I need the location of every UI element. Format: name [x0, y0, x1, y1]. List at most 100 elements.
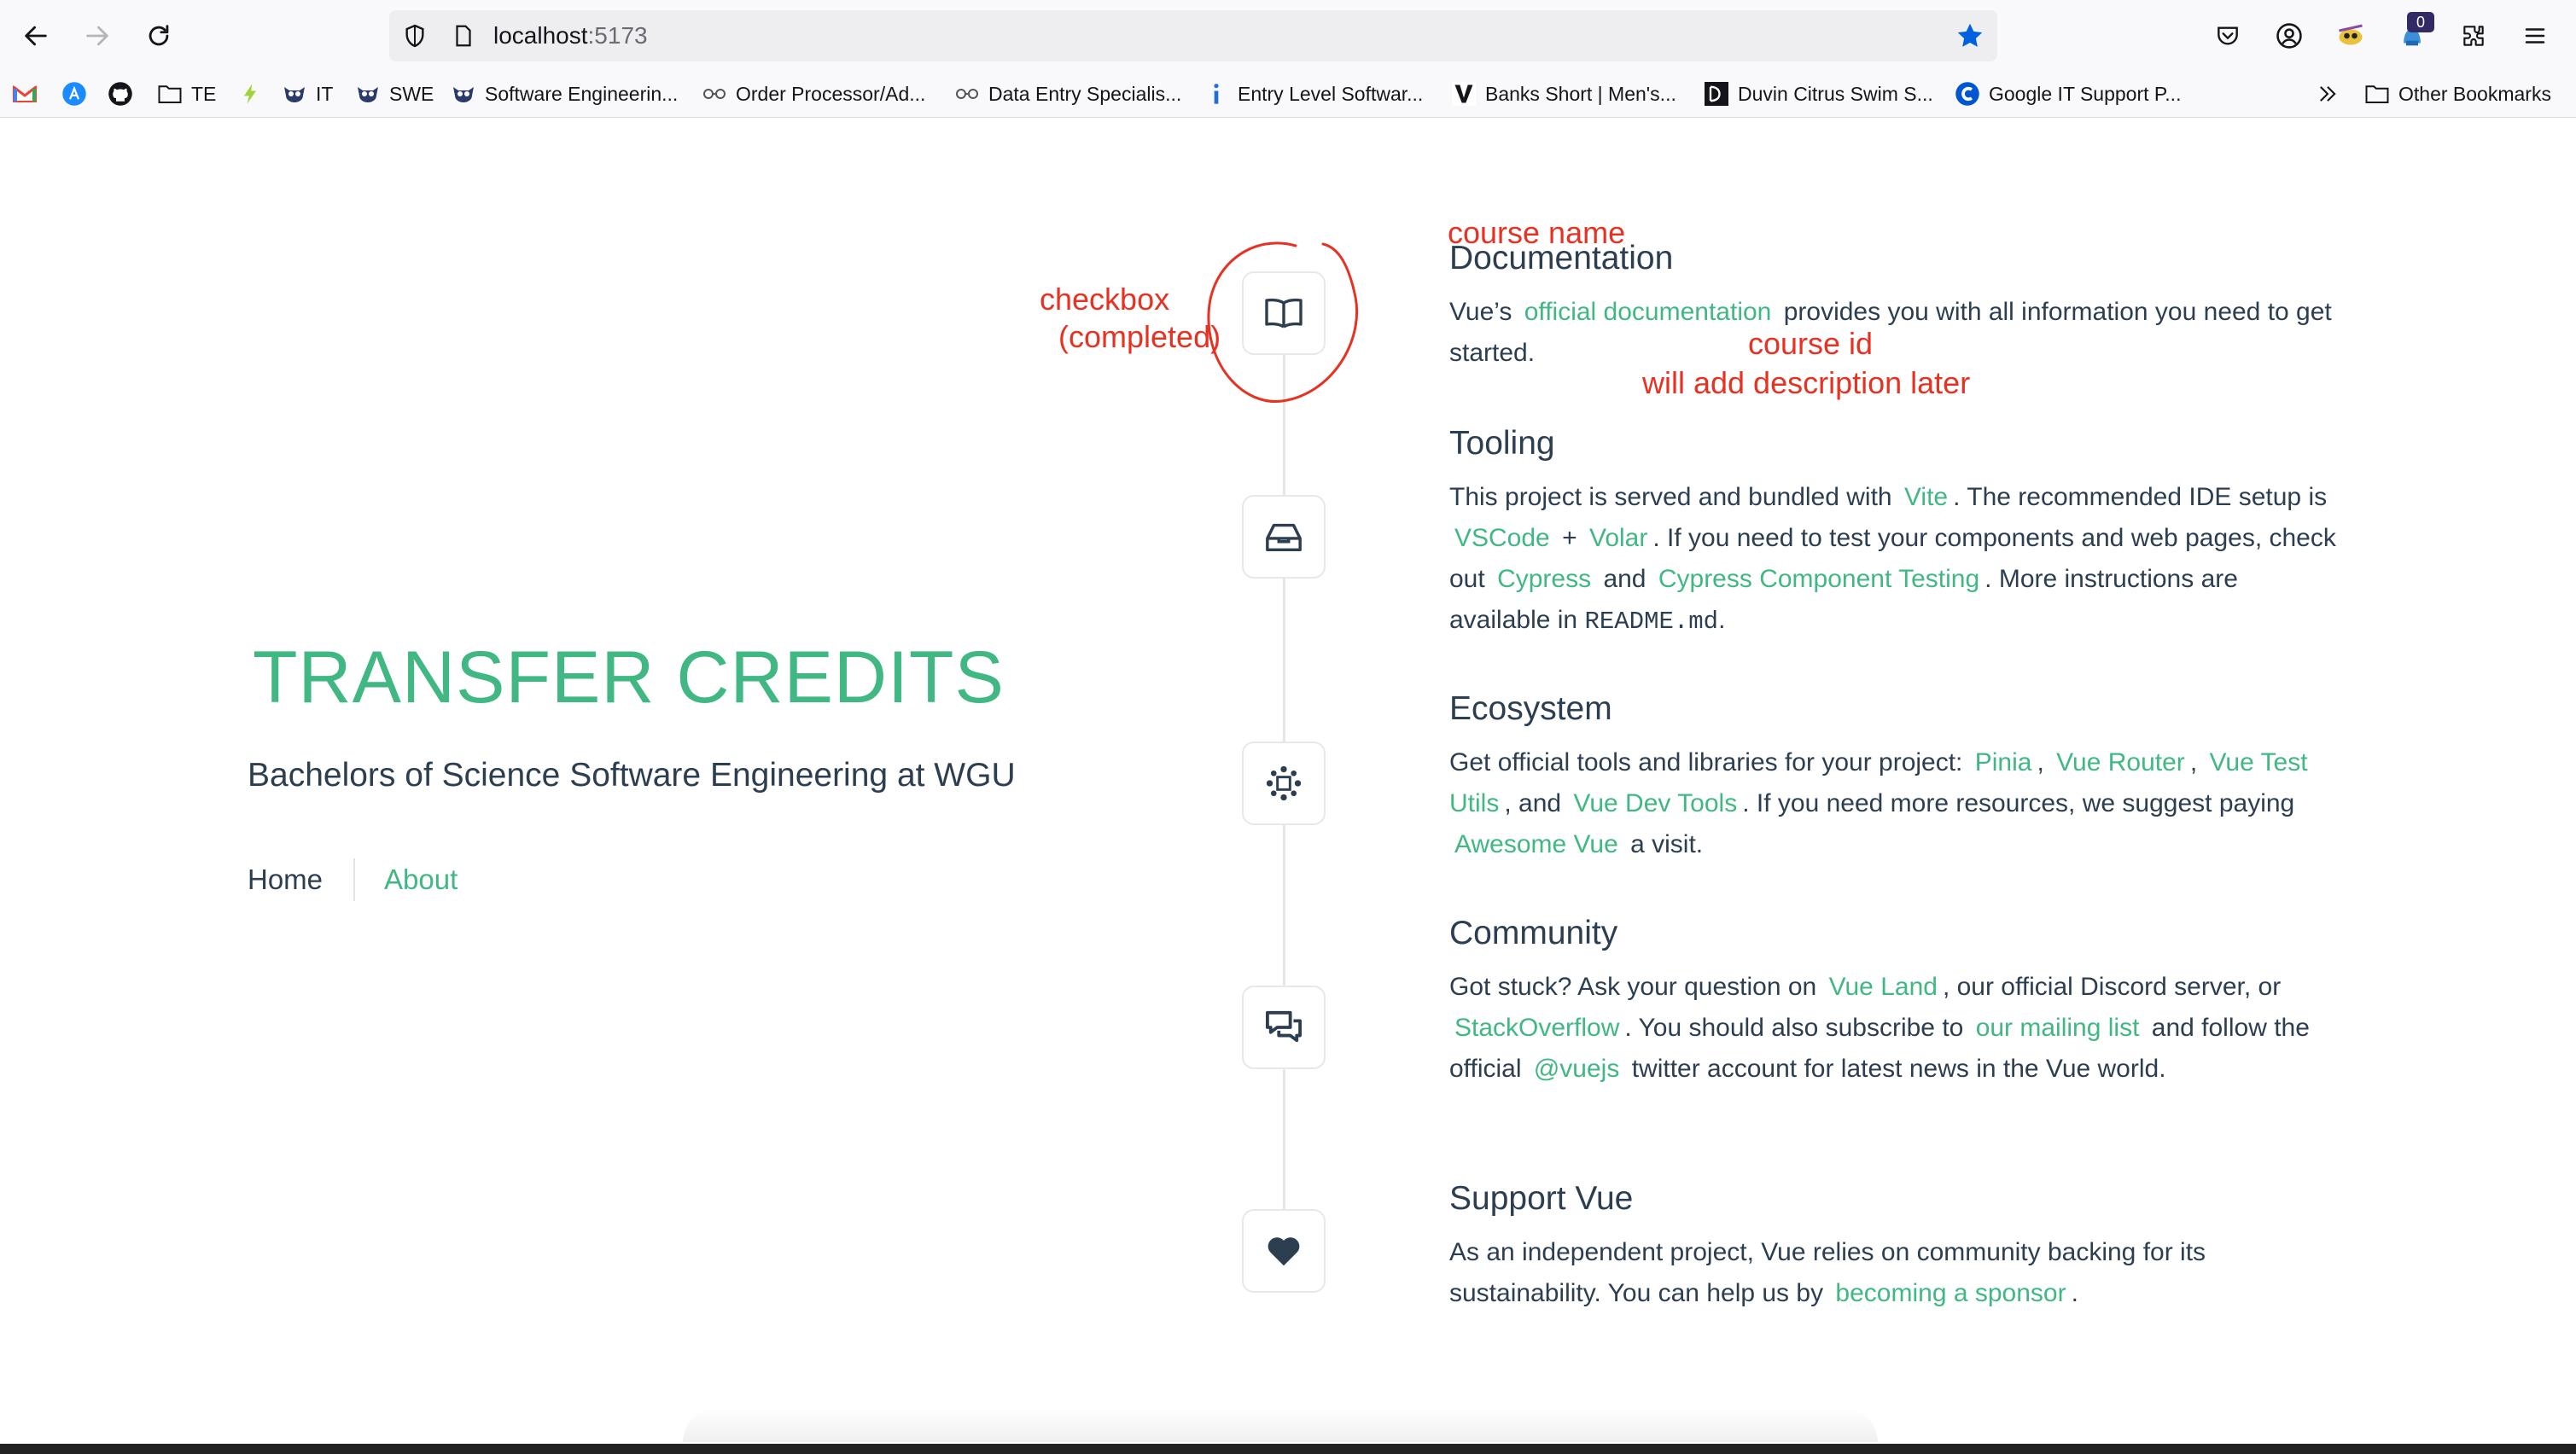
- stackoverflow-link[interactable]: StackOverflow: [1449, 1014, 1624, 1042]
- bookmark-te-folder[interactable]: TE: [157, 79, 216, 109]
- text-segment: ,: [2189, 748, 2198, 776]
- annotation-course-id: course id: [1748, 326, 1874, 361]
- bookmark-label: Order Processor/Ad...: [736, 82, 926, 105]
- nav-divider: [353, 858, 356, 901]
- vue-dev-tools-link[interactable]: Vue Dev Tools: [1568, 789, 1742, 817]
- bookmark-gmail[interactable]: [12, 79, 46, 109]
- v-logo-icon: [1451, 81, 1477, 107]
- bookmark-star-icon[interactable]: [1955, 20, 1985, 55]
- account-icon[interactable]: [2272, 19, 2306, 53]
- bookmark-label: Other Bookmarks: [2398, 82, 2551, 105]
- owl-icon: [355, 81, 381, 107]
- extensions-puzzle-icon[interactable]: [2457, 19, 2491, 53]
- becoming-sponsor-link[interactable]: becoming a sponsor: [1830, 1279, 2071, 1307]
- app-store-icon: [61, 81, 87, 107]
- bookmark-entry-level[interactable]: Entry Level Softwar...: [1203, 79, 1423, 109]
- annotation-description: will add description later: [1642, 365, 1971, 400]
- vscode-link[interactable]: VSCode: [1449, 524, 1555, 552]
- vite-link[interactable]: Vite: [1899, 483, 1953, 511]
- leaf-icon: [237, 81, 263, 107]
- text-segment: .: [1718, 606, 1726, 634]
- bottom-shadow: [683, 1408, 1878, 1442]
- chat-bubbles-icon: [1265, 1010, 1302, 1043]
- vue-land-link[interactable]: Vue Land: [1824, 973, 1943, 1001]
- tooling-text: This project is served and bundled with …: [1449, 477, 2346, 643]
- nav-about-link[interactable]: About: [384, 864, 488, 896]
- bottom-bar: [0, 1444, 2576, 1454]
- text-segment: Vue’s: [1449, 298, 1512, 326]
- vue-router-link[interactable]: Vue Router: [2051, 748, 2190, 776]
- info-icon: [1203, 81, 1229, 107]
- hamburger-menu-icon[interactable]: [2518, 19, 2552, 53]
- text-segment: .: [2071, 1279, 2078, 1307]
- readme-code: README.md: [1584, 608, 1719, 636]
- toolbox-icon: [1266, 523, 1302, 552]
- tooling-icon-box[interactable]: [1242, 495, 1326, 579]
- bookmark-other-bookmarks[interactable]: Other Bookmarks: [2364, 79, 2551, 109]
- pinia-link[interactable]: Pinia: [1970, 748, 2037, 776]
- bookmarks-overflow-chevron[interactable]: [2315, 79, 2349, 109]
- double-chevron-right-icon: [2315, 81, 2340, 107]
- tooling-section: Tooling This project is served and bundl…: [1449, 421, 2346, 643]
- bookmark-swe[interactable]: SWE: [355, 79, 434, 109]
- url-host: localhost: [493, 22, 588, 49]
- bookmark-label: Data Entry Specialis...: [988, 82, 1182, 105]
- gmail-icon: [12, 81, 38, 107]
- text-segment: , and: [1504, 789, 1562, 817]
- bookmark-software-engineering[interactable]: Software Engineerin...: [451, 79, 678, 109]
- url-text[interactable]: localhost:5173: [493, 19, 648, 53]
- bookmark-label: TE: [191, 82, 217, 105]
- pocket-icon[interactable]: [2211, 19, 2245, 53]
- community-heading: Community: [1449, 915, 1618, 951]
- cypress-link[interactable]: Cypress: [1492, 565, 1596, 593]
- bookmark-it[interactable]: IT: [282, 79, 333, 109]
- bookmark-label: Entry Level Softwar...: [1238, 82, 1424, 105]
- glasses-icon: [702, 81, 727, 107]
- bookmark-order-processor[interactable]: Order Processor/Ad...: [702, 79, 925, 109]
- forward-button[interactable]: [79, 17, 116, 55]
- bookmark-github[interactable]: [108, 79, 142, 109]
- text-segment: Got stuck? Ask your question on: [1449, 973, 1817, 1001]
- coursera-icon: [1955, 81, 1980, 107]
- back-button[interactable]: [17, 17, 55, 55]
- tooling-heading: Tooling: [1449, 425, 1555, 462]
- ecosystem-nodes-icon: [1266, 765, 1302, 801]
- nav-home-link[interactable]: Home: [248, 864, 353, 896]
- cypress-component-testing-link[interactable]: Cypress Component Testing: [1653, 565, 1984, 593]
- vuejs-twitter-link[interactable]: @vuejs: [1529, 1055, 1625, 1083]
- volar-link[interactable]: Volar: [1584, 524, 1652, 552]
- support-heading: Support Vue: [1449, 1180, 1634, 1217]
- extension-owl-icon[interactable]: [2334, 19, 2368, 53]
- text-segment: , our official Discord server, or: [1942, 973, 2282, 1001]
- ecosystem-heading: Ecosystem: [1449, 690, 1612, 727]
- bookmark-data-entry[interactable]: Data Entry Specialis...: [954, 79, 1181, 109]
- mailing-list-link[interactable]: our mailing list: [1971, 1014, 2145, 1042]
- bookmark-banks-short[interactable]: Banks Short | Men's...: [1451, 79, 1676, 109]
- text-segment: twitter account for latest news in the V…: [1631, 1055, 2166, 1083]
- community-section: Community Got stuck? Ask your question o…: [1449, 910, 2346, 1090]
- folder-icon: [157, 81, 183, 107]
- bookmark-label: Software Engineerin...: [485, 82, 679, 105]
- community-icon-box[interactable]: [1242, 986, 1326, 1069]
- support-text: As an independent project, Vue relies on…: [1449, 1232, 2346, 1314]
- main-nav: Home About: [248, 858, 488, 901]
- bookmark-duvin[interactable]: Duvin Citrus Swim S...: [1704, 79, 1933, 109]
- bookmark-label: Banks Short | Men's...: [1485, 82, 1676, 105]
- annotation-course-name: course name: [1448, 215, 1626, 250]
- text-segment: ,: [2037, 748, 2044, 776]
- bookmark-leaf[interactable]: [237, 79, 271, 109]
- support-icon-box[interactable]: [1242, 1209, 1326, 1293]
- reload-button[interactable]: [140, 17, 178, 55]
- bookmarks-bar: TE IT SWE Software Engineerin... Order P…: [0, 75, 2576, 114]
- ecosystem-icon-box[interactable]: [1242, 742, 1326, 825]
- awesome-vue-link[interactable]: Awesome Vue: [1449, 830, 1623, 858]
- shield-icon[interactable]: [401, 22, 428, 54]
- annotation-circle: [1207, 241, 1358, 404]
- text-segment: a visit.: [1630, 830, 1704, 858]
- text-segment: . The recommended IDE setup is: [1953, 483, 2328, 511]
- bookmark-google-it[interactable]: Google IT Support P...: [1955, 79, 2181, 109]
- official-docs-link[interactable]: official documentation: [1519, 298, 1777, 326]
- browser-chrome: localhost:5173 0 TE IT SWE Software Engi…: [0, 0, 2576, 118]
- bookmark-app-store[interactable]: [61, 79, 96, 109]
- bookmark-label: SWE: [389, 82, 434, 105]
